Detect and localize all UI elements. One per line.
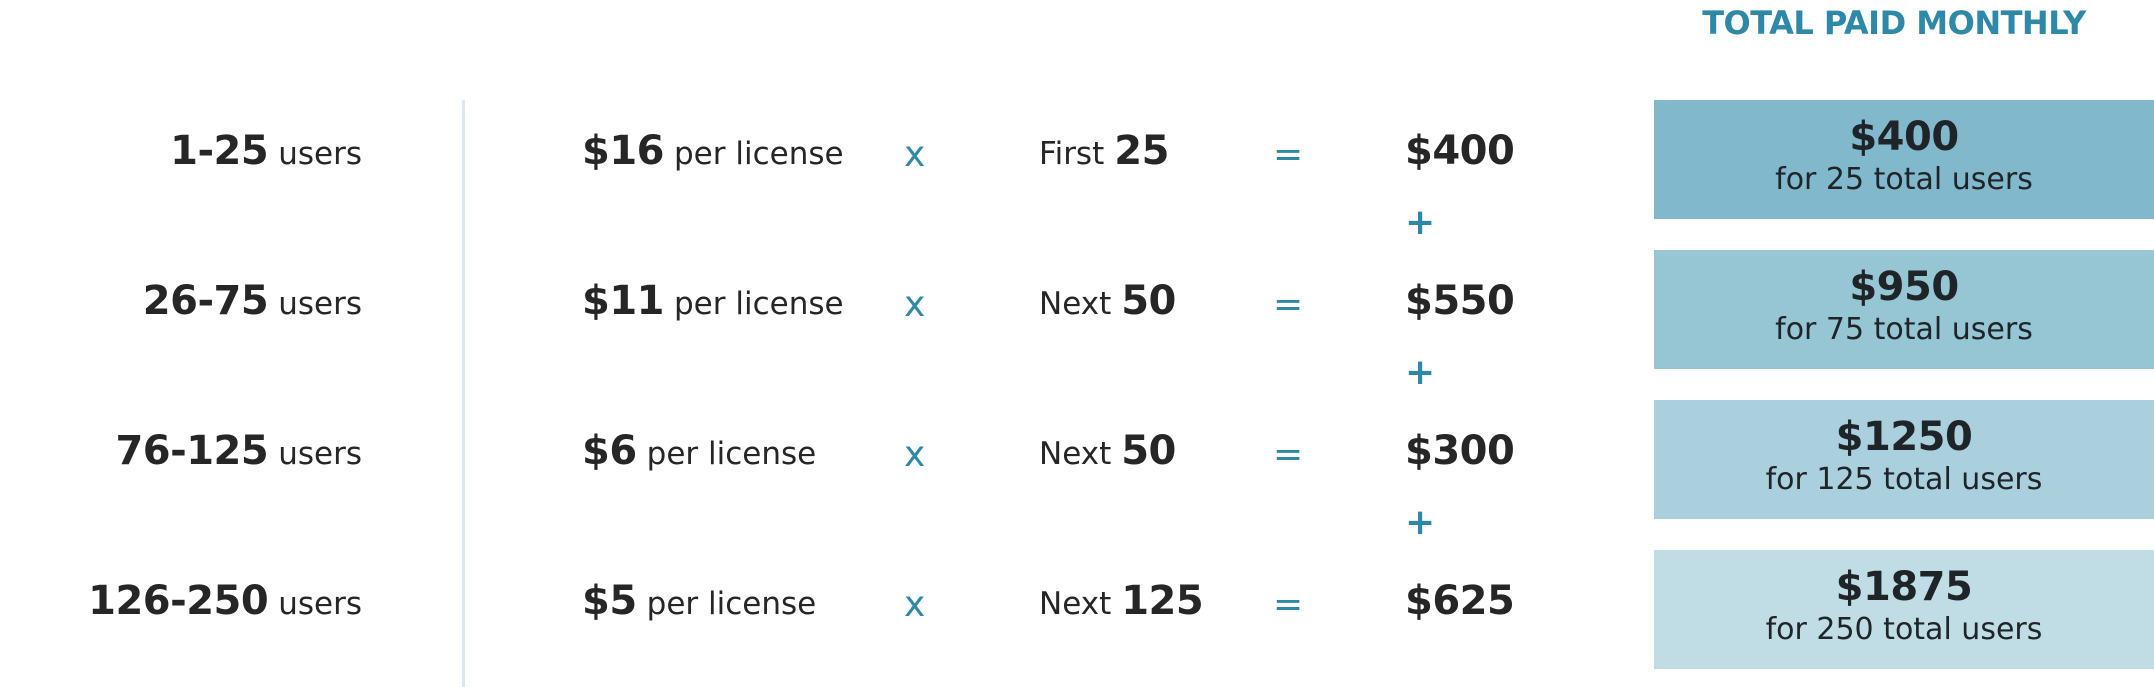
range-unit: users: [278, 436, 362, 472]
equals-sign: =: [1273, 134, 1304, 175]
equals-sign: =: [1273, 284, 1304, 325]
plus-sign: +: [1405, 202, 1436, 243]
tier-quantity: Next 125: [1039, 578, 1204, 624]
range-value: 1-25: [170, 128, 269, 174]
total-amount: $1250: [1835, 414, 1973, 460]
tier-row-1: 1-25 users $16 per license x First 25 = …: [0, 128, 1654, 188]
range-unit: users: [278, 586, 362, 622]
tier-price: $11 per license: [582, 278, 844, 324]
total-box-1: $400 for 25 total users: [1654, 100, 2154, 219]
equals-sign: =: [1273, 584, 1304, 625]
total-box-3: $1250 for 125 total users: [1654, 400, 2154, 519]
price-unit: per license: [674, 286, 844, 322]
tier-range: 126-250 users: [88, 578, 362, 624]
total-box-4: $1875 for 250 total users: [1654, 550, 2154, 669]
tier-row-4: 126-250 users $5 per license x Next 125 …: [0, 578, 1654, 638]
price-unit: per license: [646, 436, 817, 472]
multiply-sign: x: [904, 434, 926, 475]
plus-sign: +: [1405, 502, 1436, 543]
tier-quantity: Next 50: [1039, 428, 1176, 474]
total-caption: for 125 total users: [1765, 462, 2043, 497]
quantity-value: 50: [1121, 428, 1176, 474]
total-paid-monthly-heading: TOTAL PAID MONTHLY: [1702, 4, 2086, 42]
tier-price: $5 per license: [582, 578, 816, 624]
multiply-sign: x: [904, 584, 926, 625]
tier-subtotal: $300: [1405, 428, 1515, 474]
plus-sign: +: [1405, 352, 1436, 393]
tier-row-2: 26-75 users $11 per license x Next 50 = …: [0, 278, 1654, 338]
tier-subtotal: $625: [1405, 578, 1515, 624]
total-amount: $1875: [1835, 564, 1973, 610]
price-value: $16: [582, 128, 665, 174]
tier-price: $6 per license: [582, 428, 816, 474]
tier-quantity: Next 50: [1039, 278, 1176, 324]
quantity-label: Next: [1039, 286, 1112, 322]
tier-subtotal: $400: [1405, 128, 1515, 174]
total-amount: $400: [1849, 114, 1959, 160]
quantity-label: First: [1039, 136, 1105, 172]
range-value: 26-75: [142, 278, 269, 324]
tier-quantity: First 25: [1039, 128, 1169, 174]
tier-subtotal: $550: [1405, 278, 1515, 324]
tier-range: 76-125 users: [115, 428, 362, 474]
multiply-sign: x: [904, 284, 926, 325]
range-value: 76-125: [115, 428, 269, 474]
range-unit: users: [278, 286, 362, 322]
quantity-value: 125: [1121, 578, 1204, 624]
range-unit: users: [278, 136, 362, 172]
price-unit: per license: [646, 586, 817, 622]
total-amount: $950: [1849, 264, 1959, 310]
tier-range: 1-25 users: [170, 128, 362, 174]
equals-sign: =: [1273, 434, 1304, 475]
total-caption: for 75 total users: [1775, 312, 2033, 347]
quantity-value: 50: [1121, 278, 1176, 324]
price-unit: per license: [674, 136, 844, 172]
price-value: $5: [582, 578, 637, 624]
quantity-label: Next: [1039, 586, 1112, 622]
range-value: 126-250: [88, 578, 269, 624]
price-value: $11: [582, 278, 665, 324]
multiply-sign: x: [904, 134, 926, 175]
price-value: $6: [582, 428, 637, 474]
total-box-2: $950 for 75 total users: [1654, 250, 2154, 369]
total-caption: for 25 total users: [1775, 162, 2033, 197]
quantity-value: 25: [1114, 128, 1169, 174]
total-caption: for 250 total users: [1765, 612, 2043, 647]
tier-price: $16 per license: [582, 128, 844, 174]
quantity-label: Next: [1039, 436, 1112, 472]
tier-range: 26-75 users: [143, 278, 362, 324]
tier-row-3: 76-125 users $6 per license x Next 50 = …: [0, 428, 1654, 488]
